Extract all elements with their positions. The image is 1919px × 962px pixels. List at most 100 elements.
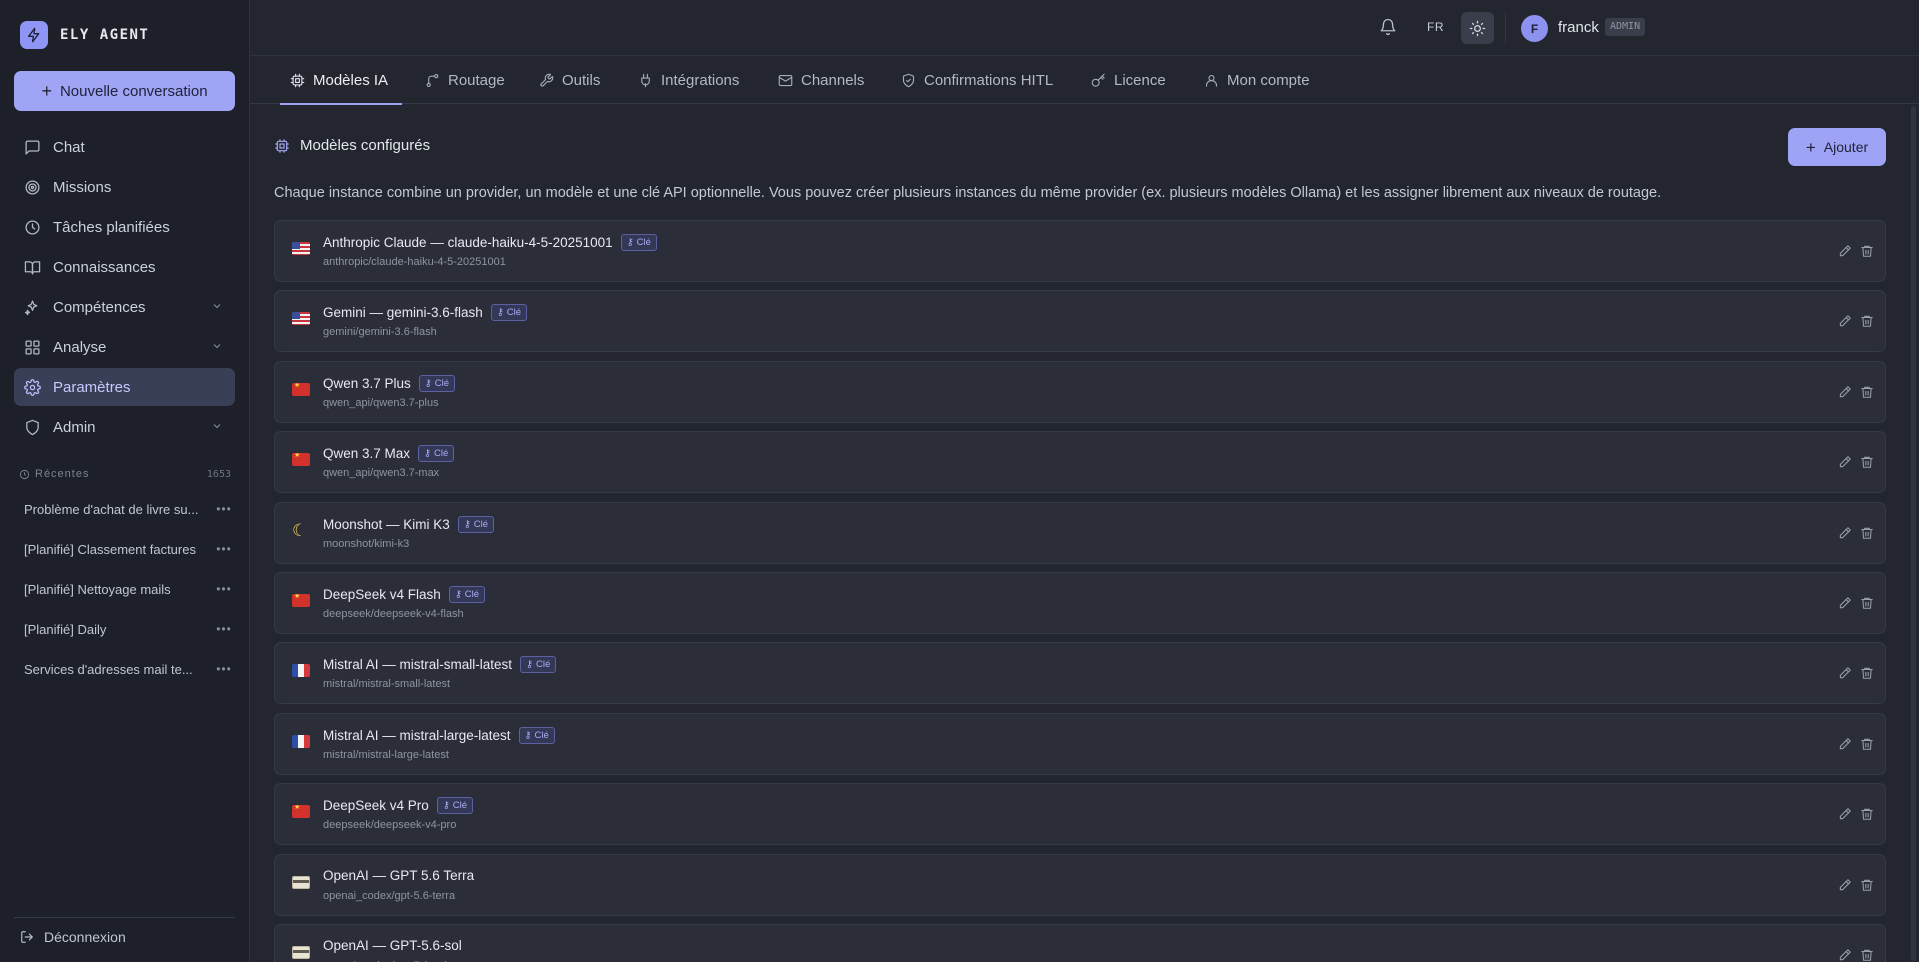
model-id: qwen_api/qwen3.7-max xyxy=(323,467,440,480)
key-icon: ⚷ xyxy=(496,307,504,319)
scrollbar[interactable] xyxy=(1911,106,1916,961)
tab-confirmations-hitl[interactable]: Confirmations HITL xyxy=(901,57,1053,104)
chevron-down-icon[interactable] xyxy=(211,419,223,436)
sidebar-item-chat[interactable]: Chat xyxy=(14,128,235,166)
add-button-label: Ajouter xyxy=(1823,139,1869,155)
model-card[interactable]: Mistral AI — mistral-large-latest ⚷ Clé mis… xyxy=(274,712,1886,775)
model-card[interactable]: Gemini — gemini-3.6-flash ⚷ Clé gemini/gemi… xyxy=(274,290,1886,353)
sidebar-item-label: Admin xyxy=(53,418,96,436)
model-card[interactable]: Anthropic Claude — claude-haiku-4-5-2025… xyxy=(274,220,1886,282)
sidebar-item-missions[interactable]: Missions xyxy=(14,168,235,206)
pencil-icon[interactable] xyxy=(1838,878,1852,897)
trash-icon[interactable] xyxy=(1860,455,1874,474)
logout-button[interactable]: Déconnexion xyxy=(20,929,126,945)
pencil-icon[interactable] xyxy=(1838,455,1852,474)
language-switch[interactable]: FR xyxy=(1427,20,1444,34)
more-options-icon[interactable]: ••• xyxy=(213,502,235,516)
theme-toggle-button[interactable] xyxy=(1461,12,1494,44)
sidebar-item-admin[interactable]: Admin xyxy=(14,408,235,446)
role-badge: ADMIN xyxy=(1605,18,1646,36)
add-model-button[interactable]: + Ajouter xyxy=(1788,128,1886,166)
avatar[interactable]: F xyxy=(1521,15,1548,42)
pencil-icon[interactable] xyxy=(1838,737,1852,756)
plus-icon: + xyxy=(1805,137,1816,157)
tab-mon-compte[interactable]: Mon compte xyxy=(1204,57,1310,104)
pencil-icon[interactable] xyxy=(1838,244,1852,263)
pencil-icon[interactable] xyxy=(1838,526,1852,545)
sidebar: ELY AGENT + Nouvelle conversation Chat Mi… xyxy=(0,0,250,962)
model-name: OpenAI — GPT 5.6 Terra xyxy=(323,867,475,883)
sidebar-item-connaissances[interactable]: Connaissances xyxy=(14,248,235,286)
pencil-icon[interactable] xyxy=(1838,596,1852,615)
sidebar-item-label: Missions xyxy=(53,178,112,196)
trash-icon[interactable] xyxy=(1860,385,1874,404)
model-card[interactable]: OpenAI — GPT-5.6-solopenai_codex/gpt-5.6… xyxy=(274,923,1886,962)
tab-outils[interactable]: Outils xyxy=(539,57,600,104)
recent-conversation-item[interactable]: [Planifié] Nettoyage mails ••• xyxy=(14,569,235,609)
sidebar-item-taches-planifiees[interactable]: Tâches planifiées xyxy=(14,208,235,246)
pencil-icon[interactable] xyxy=(1838,385,1852,404)
more-options-icon[interactable]: ••• xyxy=(213,542,235,556)
chevron-down-icon[interactable] xyxy=(211,299,223,316)
pencil-icon[interactable] xyxy=(1838,948,1852,962)
models-list: Anthropic Claude — claude-haiku-4-5-2025… xyxy=(274,220,1886,962)
pencil-icon[interactable] xyxy=(1838,807,1852,826)
model-name-row: OpenAI — GPT 5.6 Terra xyxy=(323,868,474,883)
pencil-icon[interactable] xyxy=(1838,314,1852,333)
tab-integrations[interactable]: Intégrations xyxy=(638,57,739,104)
key-icon xyxy=(1091,73,1105,87)
new-conversation-button[interactable]: + Nouvelle conversation xyxy=(14,71,235,111)
route-icon xyxy=(426,74,439,87)
model-id: deepseek/deepseek-v4-pro xyxy=(323,819,457,832)
trash-icon[interactable] xyxy=(1860,737,1874,756)
recent-conversation-item[interactable]: [Planifié] Classement factures ••• xyxy=(14,529,235,569)
more-options-icon[interactable]: ••• xyxy=(213,582,235,596)
model-card[interactable]: OpenAI — GPT 5.6 Terra openai_codex/gpt-5… xyxy=(274,853,1886,916)
tab-channels[interactable]: Channels xyxy=(778,57,864,104)
bell-icon[interactable] xyxy=(1379,18,1397,41)
tab-label: Mon compte xyxy=(1227,72,1310,89)
trash-icon[interactable] xyxy=(1860,807,1874,826)
recent-conversation-title: [Planifié] Daily xyxy=(24,621,107,637)
tab-modeles-ia[interactable]: Modèles IA xyxy=(279,57,403,105)
key-badge: ⚷ Clé xyxy=(418,374,456,392)
trash-icon[interactable] xyxy=(1860,314,1874,333)
flag-icon xyxy=(292,734,310,748)
trash-icon[interactable] xyxy=(1860,526,1874,545)
tab-routage[interactable]: Routage xyxy=(425,57,505,104)
pencil-icon[interactable] xyxy=(1838,666,1852,685)
trash-icon[interactable] xyxy=(1860,596,1874,615)
flag-icon xyxy=(292,805,310,819)
model-card[interactable]: Mistral AI — mistral-small-latest ⚷ Clé mis… xyxy=(274,642,1886,705)
sidebar-item-competences[interactable]: Compétences xyxy=(14,288,235,326)
recent-conversation-item[interactable]: [Planifié] Daily ••• xyxy=(14,609,235,649)
key-badge: ⚷ Clé xyxy=(518,726,555,744)
username[interactable]: franck xyxy=(1558,19,1599,36)
wrench-icon xyxy=(540,73,554,87)
model-card[interactable]: DeepSeek v4 Flash⚷Clédeepseek/deepseek-v… xyxy=(274,571,1886,634)
trash-icon[interactable] xyxy=(1860,244,1874,263)
model-card[interactable]: Qwen 3.7 Plus ⚷Clé qwen_api/qwen3.7-plus xyxy=(274,360,1886,423)
bolt-icon xyxy=(20,21,48,49)
tab-licence[interactable]: Licence xyxy=(1091,57,1166,104)
chevron-down-icon[interactable] xyxy=(211,339,223,356)
sidebar-divider xyxy=(14,917,235,918)
sidebar-item-analyse[interactable]: Analyse xyxy=(14,328,235,366)
recent-conversation-item[interactable]: Problème d'achat de livre su... ••• xyxy=(14,489,235,529)
more-options-icon[interactable]: ••• xyxy=(213,662,235,676)
model-card[interactable]: Qwen 3.7 Max ⚷Clé qwen_api/qwen3.7-max xyxy=(274,431,1886,494)
trash-icon[interactable] xyxy=(1860,666,1874,685)
model-name: OpenAI — GPT-5.6-sol xyxy=(323,937,462,953)
key-badge: ⚷ Clé xyxy=(418,445,455,463)
trash-icon[interactable] xyxy=(1860,878,1874,897)
model-card[interactable]: ☾ Moonshot — Kimi K3 ⚷ Clé moonshot/kimi-k3 xyxy=(274,501,1886,564)
brand[interactable]: ELY AGENT xyxy=(20,21,149,49)
more-options-icon[interactable]: ••• xyxy=(213,622,235,636)
sidebar-item-parametres[interactable]: Paramètres xyxy=(14,368,235,406)
recent-header: Récentes 1653 xyxy=(19,468,231,480)
brand-name: ELY AGENT xyxy=(60,27,150,43)
trash-icon[interactable] xyxy=(1860,948,1874,962)
model-card[interactable]: DeepSeek v4 Pro ⚷Clé deepseek/deepseek-v4-… xyxy=(274,783,1886,846)
tab-label: Outils xyxy=(562,72,601,89)
recent-conversation-item[interactable]: Services d'adresses mail te... ••• xyxy=(14,649,235,689)
